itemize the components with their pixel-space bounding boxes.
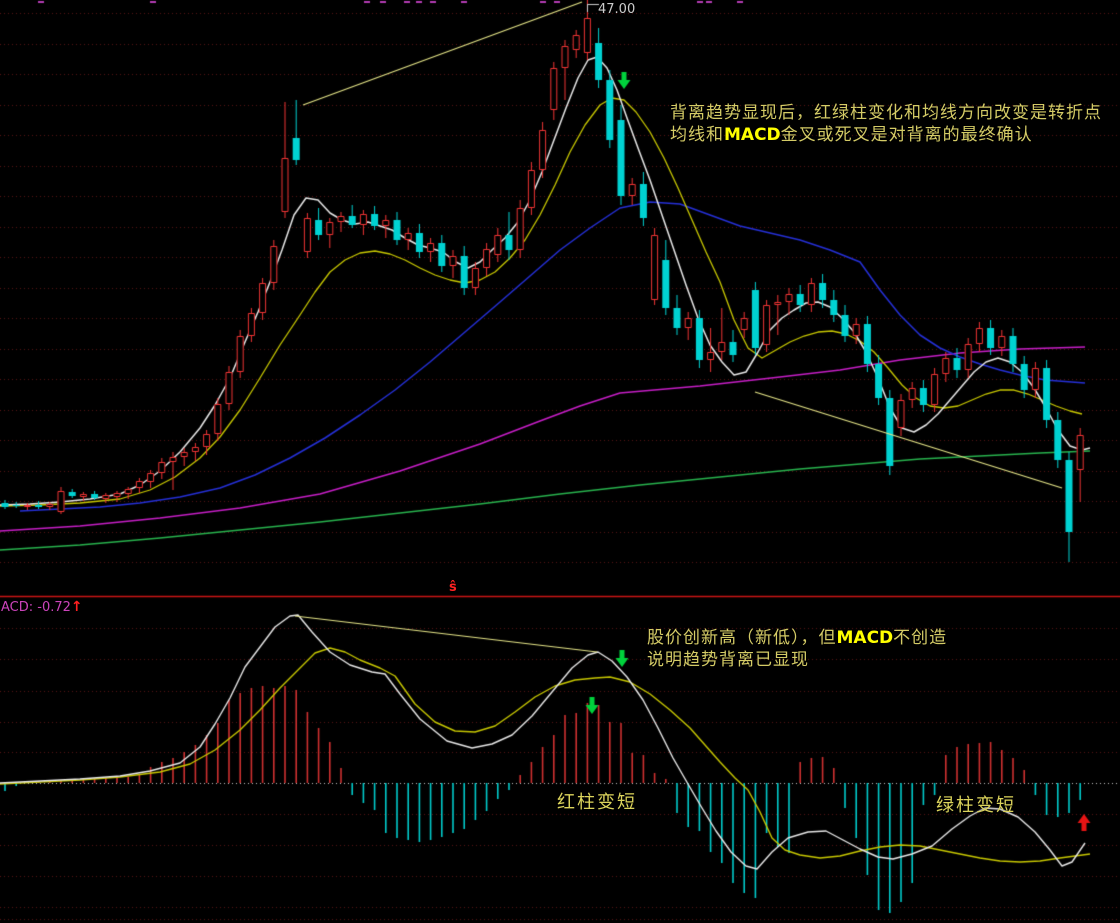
red-bars-shrinking-label: 红柱变短 [557, 788, 637, 814]
annotation-main-line2: 均线和MACD金叉或死叉是对背离的最终确认 [670, 124, 1102, 146]
stock-chart-window: 47.00 ACD: -0.72↑ ŝ 背离趋势显现后，红绿柱变化和均线方向改变… [0, 0, 1120, 923]
annotation-divergence-rule: 背离趋势显现后，红绿柱变化和均线方向改变是转折点 均线和MACD金叉或死叉是对背… [670, 102, 1102, 146]
annotation-main-line2-macd: MACD [724, 125, 781, 145]
macd-value-text: ACD: -0.72 [1, 600, 71, 615]
annotation-macd-line1-pre: 股价创新高（新低），但 [647, 628, 837, 648]
annotation-main-line2-pre: 均线和 [670, 125, 724, 145]
green-bars-shrinking-label: 绿柱变短 [936, 791, 1016, 817]
annotation-main-line1: 背离趋势显现后，红绿柱变化和均线方向改变是转折点 [670, 102, 1102, 124]
annotation-macd-line1-post: 不创造 [893, 628, 947, 648]
macd-value-label: ACD: -0.72↑ [1, 599, 83, 615]
peak-price-label: 47.00 [598, 2, 635, 17]
macd-up-arrow-icon: ↑ [71, 599, 83, 615]
annotation-macd-line1: 股价创新高（新低），但MACD不创造 [647, 627, 947, 649]
annotation-macd-line1-macd: MACD [837, 628, 894, 648]
annotation-macd-divergence: 股价创新高（新低），但MACD不创造 说明趋势背离已显现 [647, 627, 947, 671]
annotation-macd-line2: 说明趋势背离已显现 [647, 649, 947, 671]
separator-marker: ŝ [449, 580, 457, 595]
annotation-main-line2-post: 金叉或死叉是对背离的最终确认 [781, 125, 1033, 145]
